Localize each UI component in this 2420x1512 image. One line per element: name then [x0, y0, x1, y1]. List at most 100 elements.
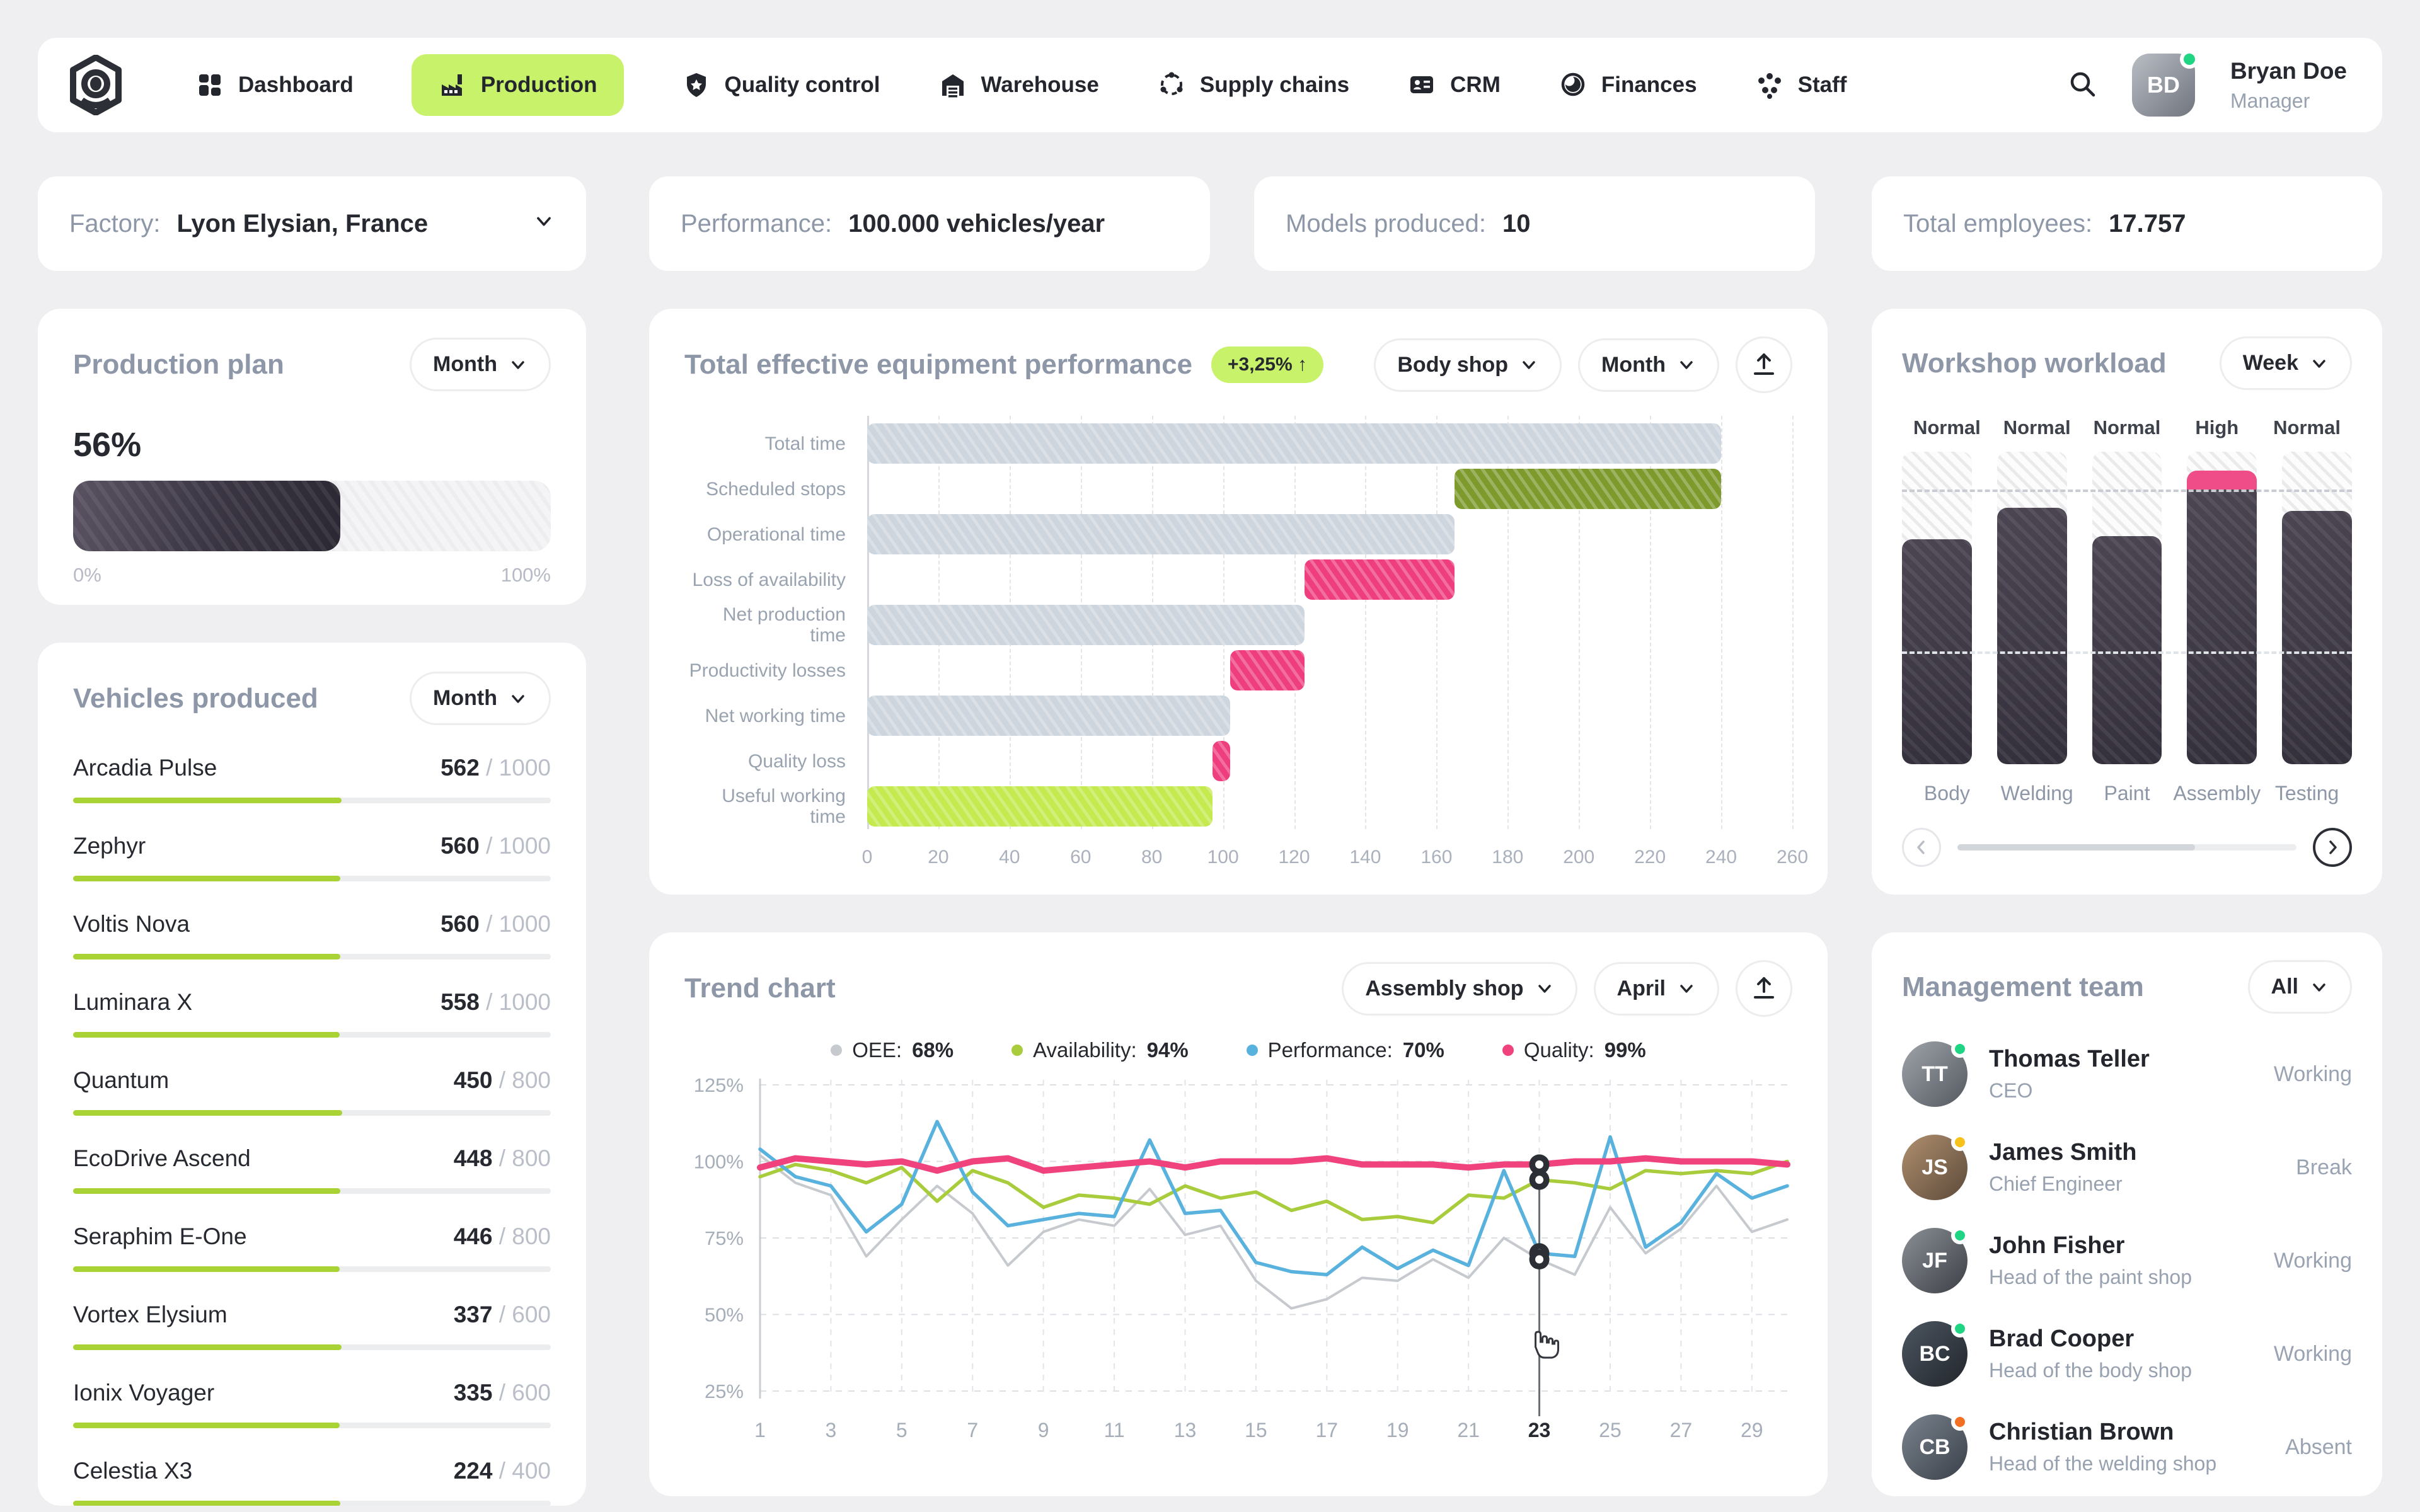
teep-bar-net-production-time[interactable]	[867, 605, 1305, 645]
vehicle-progressbar	[73, 1188, 551, 1194]
team-member-row[interactable]: CBChristian BrownHead of the welding sho…	[1902, 1414, 2352, 1480]
vehicle-count: 560 / 1000	[441, 833, 551, 859]
vehicle-progressbar	[73, 954, 551, 959]
nav-item-quality-control[interactable]: Quality control	[682, 71, 880, 100]
teep-bar-scheduled-stops[interactable]	[1455, 469, 1721, 509]
vehicle-name: Arcadia Pulse	[73, 755, 217, 781]
scroll-left-button[interactable]	[1902, 828, 1941, 867]
workload-column-paint[interactable]	[2092, 452, 2162, 764]
period-label: Month	[1601, 353, 1666, 377]
teep-title: Total effective equipment performance	[684, 349, 1192, 381]
teep-bar-net-working-time[interactable]	[867, 696, 1230, 736]
info-label: Total employees:	[1903, 210, 2092, 238]
trend-x-tick: 21	[1457, 1419, 1480, 1441]
teep-axis-tick: 260	[1777, 847, 1808, 868]
trend-shop-dropdown[interactable]: Assembly shop	[1342, 962, 1577, 1016]
production-plan-card: Production plan Month 56% 0% 100%	[38, 309, 586, 605]
search-icon[interactable]	[2068, 69, 2097, 101]
nav-item-staff[interactable]: Staff	[1755, 71, 1847, 100]
nav-item-production[interactable]: Production	[412, 54, 624, 116]
chevron-down-icon	[1535, 979, 1554, 998]
team-member-row[interactable]: BCBrad CooperHead of the body shopWorkin…	[1902, 1321, 2352, 1387]
member-status: Break	[2296, 1155, 2352, 1180]
teep-bar-useful-working-time[interactable]	[867, 786, 1213, 827]
management-team-card: Management team All TTThomas TellerCEOWo…	[1872, 932, 2382, 1496]
workload-column-assembly[interactable]	[2187, 452, 2257, 764]
vehicle-name: EcoDrive Ascend	[73, 1145, 251, 1172]
workload-period-dropdown[interactable]: Week	[2220, 336, 2352, 390]
vehicle-progressbar	[73, 876, 551, 881]
period-label: April	[1617, 976, 1666, 1001]
user-block[interactable]: Bryan Doe Manager	[2230, 58, 2347, 113]
team-member-row[interactable]: JFJohn FisherHead of the paint shopWorki…	[1902, 1228, 2352, 1293]
legend-item-oee: OEE:68%	[831, 1038, 954, 1062]
team-member-row[interactable]: TTThomas TellerCEOWorking	[1902, 1041, 2352, 1107]
workload-status-label: Normal	[1992, 416, 2082, 439]
chevron-down-icon[interactable]	[533, 210, 555, 238]
workload-column-welding[interactable]	[1997, 452, 2067, 764]
vehicle-progress-fill	[73, 1110, 342, 1116]
vehicle-name: Voltis Nova	[73, 911, 190, 937]
trend-period-dropdown[interactable]: April	[1594, 962, 1719, 1016]
workload-column-body[interactable]	[1902, 452, 1972, 764]
quality-icon	[682, 71, 711, 100]
nav-item-warehouse[interactable]: Warehouse	[938, 71, 1099, 100]
vehicles-produced-card: Vehicles produced Month Arcadia Pulse562…	[38, 643, 586, 1506]
export-icon	[1750, 351, 1778, 379]
teep-plot: 020406080100120140160180200220240260	[867, 421, 1792, 868]
legend-item-availability: Availability:94%	[1011, 1038, 1189, 1062]
info-label: Performance:	[681, 210, 832, 238]
scrollbar-track[interactable]	[1957, 844, 2296, 850]
vehicles-period-dropdown[interactable]: Month	[410, 672, 551, 725]
nav-item-label: Dashboard	[238, 72, 354, 98]
member-name: Christian Brown	[1989, 1419, 2273, 1446]
workload-column-name: Testing	[2262, 782, 2352, 805]
teep-x-axis: 020406080100120140160180200220240260	[867, 829, 1792, 868]
member-initials: TT	[1922, 1062, 1948, 1087]
member-role: Head of the body shop	[1989, 1359, 2261, 1382]
cursor-hand-icon	[1536, 1332, 1559, 1358]
teep-bar-quality-loss[interactable]	[1213, 741, 1230, 781]
vehicle-name: Quantum	[73, 1067, 169, 1094]
workload-column-name: Welding	[1992, 782, 2082, 805]
models-produced-card: Models produced: 10	[1254, 176, 1815, 271]
chevron-down-icon	[1519, 355, 1538, 374]
teep-row-track	[867, 466, 1792, 512]
avatar[interactable]: BD	[2132, 54, 2195, 117]
info-label: Models produced:	[1286, 210, 1486, 238]
team-member-row[interactable]: JSJames SmithChief EngineerBreak	[1902, 1135, 2352, 1200]
teep-period-dropdown[interactable]: Month	[1578, 338, 1719, 392]
nav-item-dashboard[interactable]: Dashboard	[195, 71, 354, 100]
teep-bar-total-time[interactable]	[867, 423, 1721, 464]
member-role: Chief Engineer	[1989, 1172, 2283, 1196]
trend-y-tick: 75%	[705, 1227, 744, 1249]
top-nav: Dashboard Production Quality control Wareho…	[38, 38, 2382, 132]
teep-bar-productivity-losses[interactable]	[1230, 650, 1305, 690]
nav-item-finances[interactable]: Finances	[1559, 71, 1697, 100]
teep-row-track	[867, 693, 1792, 738]
workload-column-name: Paint	[2082, 782, 2172, 805]
chevron-down-icon	[1677, 979, 1696, 998]
workload-status-label: Normal	[1902, 416, 1992, 439]
production-plan-period-dropdown[interactable]: Month	[410, 338, 551, 391]
teep-row-label: Operational time	[684, 512, 867, 557]
factory-card[interactable]: Factory:Lyon Elysian, France	[38, 176, 586, 271]
vehicle-progress-fill	[73, 1344, 342, 1350]
teep-export-button[interactable]	[1736, 336, 1792, 393]
trend-export-button[interactable]	[1736, 960, 1792, 1017]
teep-bar-loss-of-availability[interactable]	[1305, 559, 1454, 600]
teep-bar-operational-time[interactable]	[867, 514, 1455, 554]
nav-item-crm[interactable]: CRM	[1407, 71, 1501, 100]
workload-column-name: Body	[1902, 782, 1992, 805]
trend-y-tick: 100%	[694, 1151, 744, 1173]
scrollbar-thumb[interactable]	[1957, 844, 2195, 850]
management-filter-dropdown[interactable]: All	[2248, 960, 2352, 1014]
scroll-right-button[interactable]	[2313, 828, 2352, 867]
teep-shop-dropdown[interactable]: Body shop	[1374, 338, 1562, 392]
nav-item-supply-chains[interactable]: Supply chains	[1157, 71, 1349, 100]
workload-column-testing[interactable]	[2282, 452, 2352, 764]
member-avatar: CB	[1902, 1414, 1968, 1480]
trend-line-chart[interactable]: 125%100%75%50%25%13579111315171921232527…	[684, 1068, 1792, 1459]
info-value: 10	[1502, 210, 1531, 238]
teep-axis-tick: 40	[999, 847, 1020, 868]
